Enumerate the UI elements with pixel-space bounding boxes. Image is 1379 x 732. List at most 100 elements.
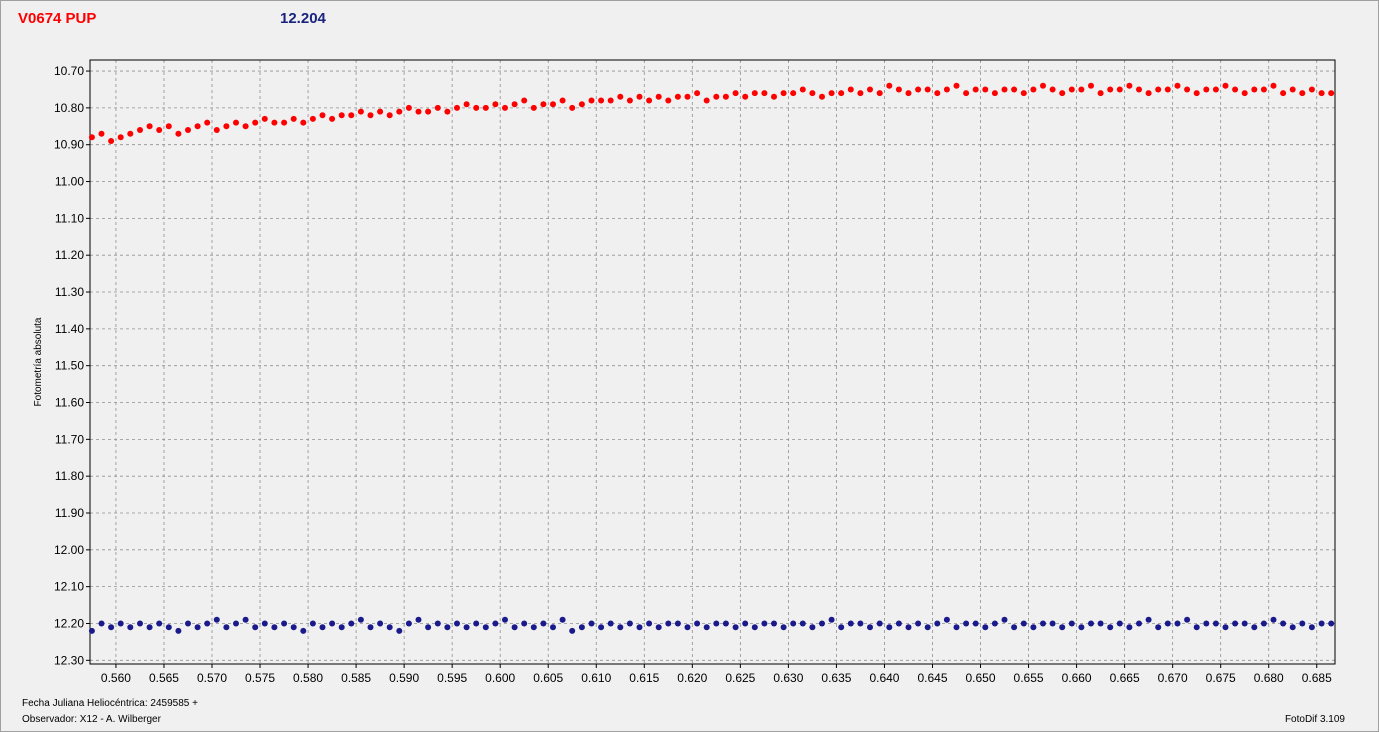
comparison-data-point (895, 620, 902, 627)
variable-data-point (761, 90, 768, 97)
comparison-data-point (281, 620, 288, 627)
variable-data-point (405, 104, 412, 111)
comparison-data-point (751, 624, 758, 631)
y-tick-label: 11.40 (55, 322, 84, 336)
comparison-data-point (1116, 620, 1123, 627)
comparison-data-point (1020, 620, 1027, 627)
comparison-data-point (1203, 620, 1210, 627)
y-tick-label: 11.00 (55, 175, 84, 189)
y-tick-label: 11.60 (55, 396, 84, 410)
x-tick-label: 0.625 (725, 671, 755, 685)
variable-data-point (780, 90, 787, 97)
variable-data-point (1059, 90, 1066, 97)
variable-data-point (819, 93, 825, 100)
variable-data-point (88, 134, 95, 141)
variable-data-point (194, 123, 201, 130)
variable-data-point (1088, 82, 1094, 89)
variable-data-point (943, 86, 950, 93)
variable-data-point (1280, 90, 1287, 97)
variable-data-point (1241, 90, 1248, 97)
comparison-data-point (1184, 616, 1191, 623)
variable-data-point (1078, 86, 1085, 93)
y-tick-label: 12.30 (54, 653, 84, 667)
x-tick-label: 0.650 (966, 671, 996, 685)
variable-data-point (799, 86, 806, 93)
comparison-data-point (646, 620, 653, 627)
x-tick-label: 0.645 (917, 671, 947, 685)
comparison-data-point (175, 627, 182, 634)
comparison-data-point (415, 616, 422, 623)
comparison-data-point (252, 624, 259, 631)
comparison-data-point (540, 620, 547, 627)
comparison-data-point (261, 620, 268, 627)
variable-data-point (674, 93, 681, 100)
variable-data-point (415, 108, 422, 115)
variable-data-point (771, 93, 777, 100)
comparison-data-point (165, 624, 172, 631)
variable-data-point (223, 123, 230, 130)
comparison-data-point (1241, 620, 1248, 627)
y-tick-label: 11.10 (55, 211, 84, 225)
comparison-data-point (809, 624, 816, 631)
variable-data-point (963, 90, 970, 97)
variable-data-point (1001, 86, 1008, 93)
observer-label: Observador: X12 - A. Wilberger (22, 714, 161, 725)
x-tick-label: 0.575 (245, 671, 275, 685)
x-tick-label: 0.675 (1206, 671, 1236, 685)
variable-data-point (578, 101, 585, 108)
comparison-data-point (530, 624, 537, 631)
variable-data-point (117, 134, 124, 141)
variable-data-point (290, 115, 297, 122)
comparison-data-point (915, 620, 922, 627)
comparison-data-point (991, 620, 998, 627)
variable-data-point (454, 104, 460, 111)
y-tick-label: 11.50 (55, 359, 84, 373)
comparison-data-point (223, 624, 230, 631)
variable-data-point (924, 86, 931, 93)
comparison-data-point (982, 624, 989, 631)
comparison-data-point (502, 616, 508, 623)
variable-data-point (559, 97, 566, 104)
plot-area (89, 59, 1336, 665)
variable-data-point (1318, 90, 1325, 97)
variable-data-point (1068, 86, 1075, 93)
y-tick-label: 11.30 (55, 285, 84, 299)
comparison-data-point (338, 624, 345, 631)
comparison-data-point (1270, 616, 1277, 623)
comparison-data-point (838, 624, 845, 631)
y-tick-label: 12.00 (54, 543, 84, 557)
comparison-data-point (185, 620, 191, 627)
variable-data-point (617, 93, 624, 100)
variable-data-point (857, 90, 864, 97)
variable-data-point (1040, 82, 1046, 89)
comparison-data-point (636, 624, 643, 631)
comparison-data-point (137, 620, 143, 627)
variable-data-point (790, 90, 797, 97)
variable-data-point (1011, 86, 1018, 93)
variable-data-point (838, 90, 845, 97)
y-tick-label: 11.80 (55, 469, 84, 483)
comparison-data-point (665, 620, 672, 627)
comparison-data-point (876, 620, 883, 627)
variable-data-point (1030, 86, 1037, 93)
variable-data-point (655, 93, 662, 100)
variable-data-point (233, 119, 239, 126)
comparison-data-point (1222, 624, 1229, 631)
jd-label: Fecha Juliana Heliocéntrica: 2459585 + (22, 698, 198, 709)
variable-data-point (357, 108, 364, 115)
comparison-data-point (1174, 620, 1181, 627)
comparison-data-point (156, 620, 163, 627)
comparison-data-point (1001, 616, 1008, 623)
comparison-data-point (655, 624, 662, 631)
variable-data-point (694, 90, 701, 97)
comparison-data-point (1049, 620, 1056, 627)
comparison-data-point (88, 627, 95, 634)
comparison-data-point (146, 624, 153, 631)
variable-data-point (953, 82, 960, 89)
comparison-data-point (1030, 624, 1037, 631)
variable-data-point (1299, 90, 1306, 97)
variable-data-point (482, 104, 489, 111)
comparison-data-point (578, 624, 585, 631)
variable-data-point (540, 101, 547, 108)
comparison-data-point (972, 620, 979, 627)
